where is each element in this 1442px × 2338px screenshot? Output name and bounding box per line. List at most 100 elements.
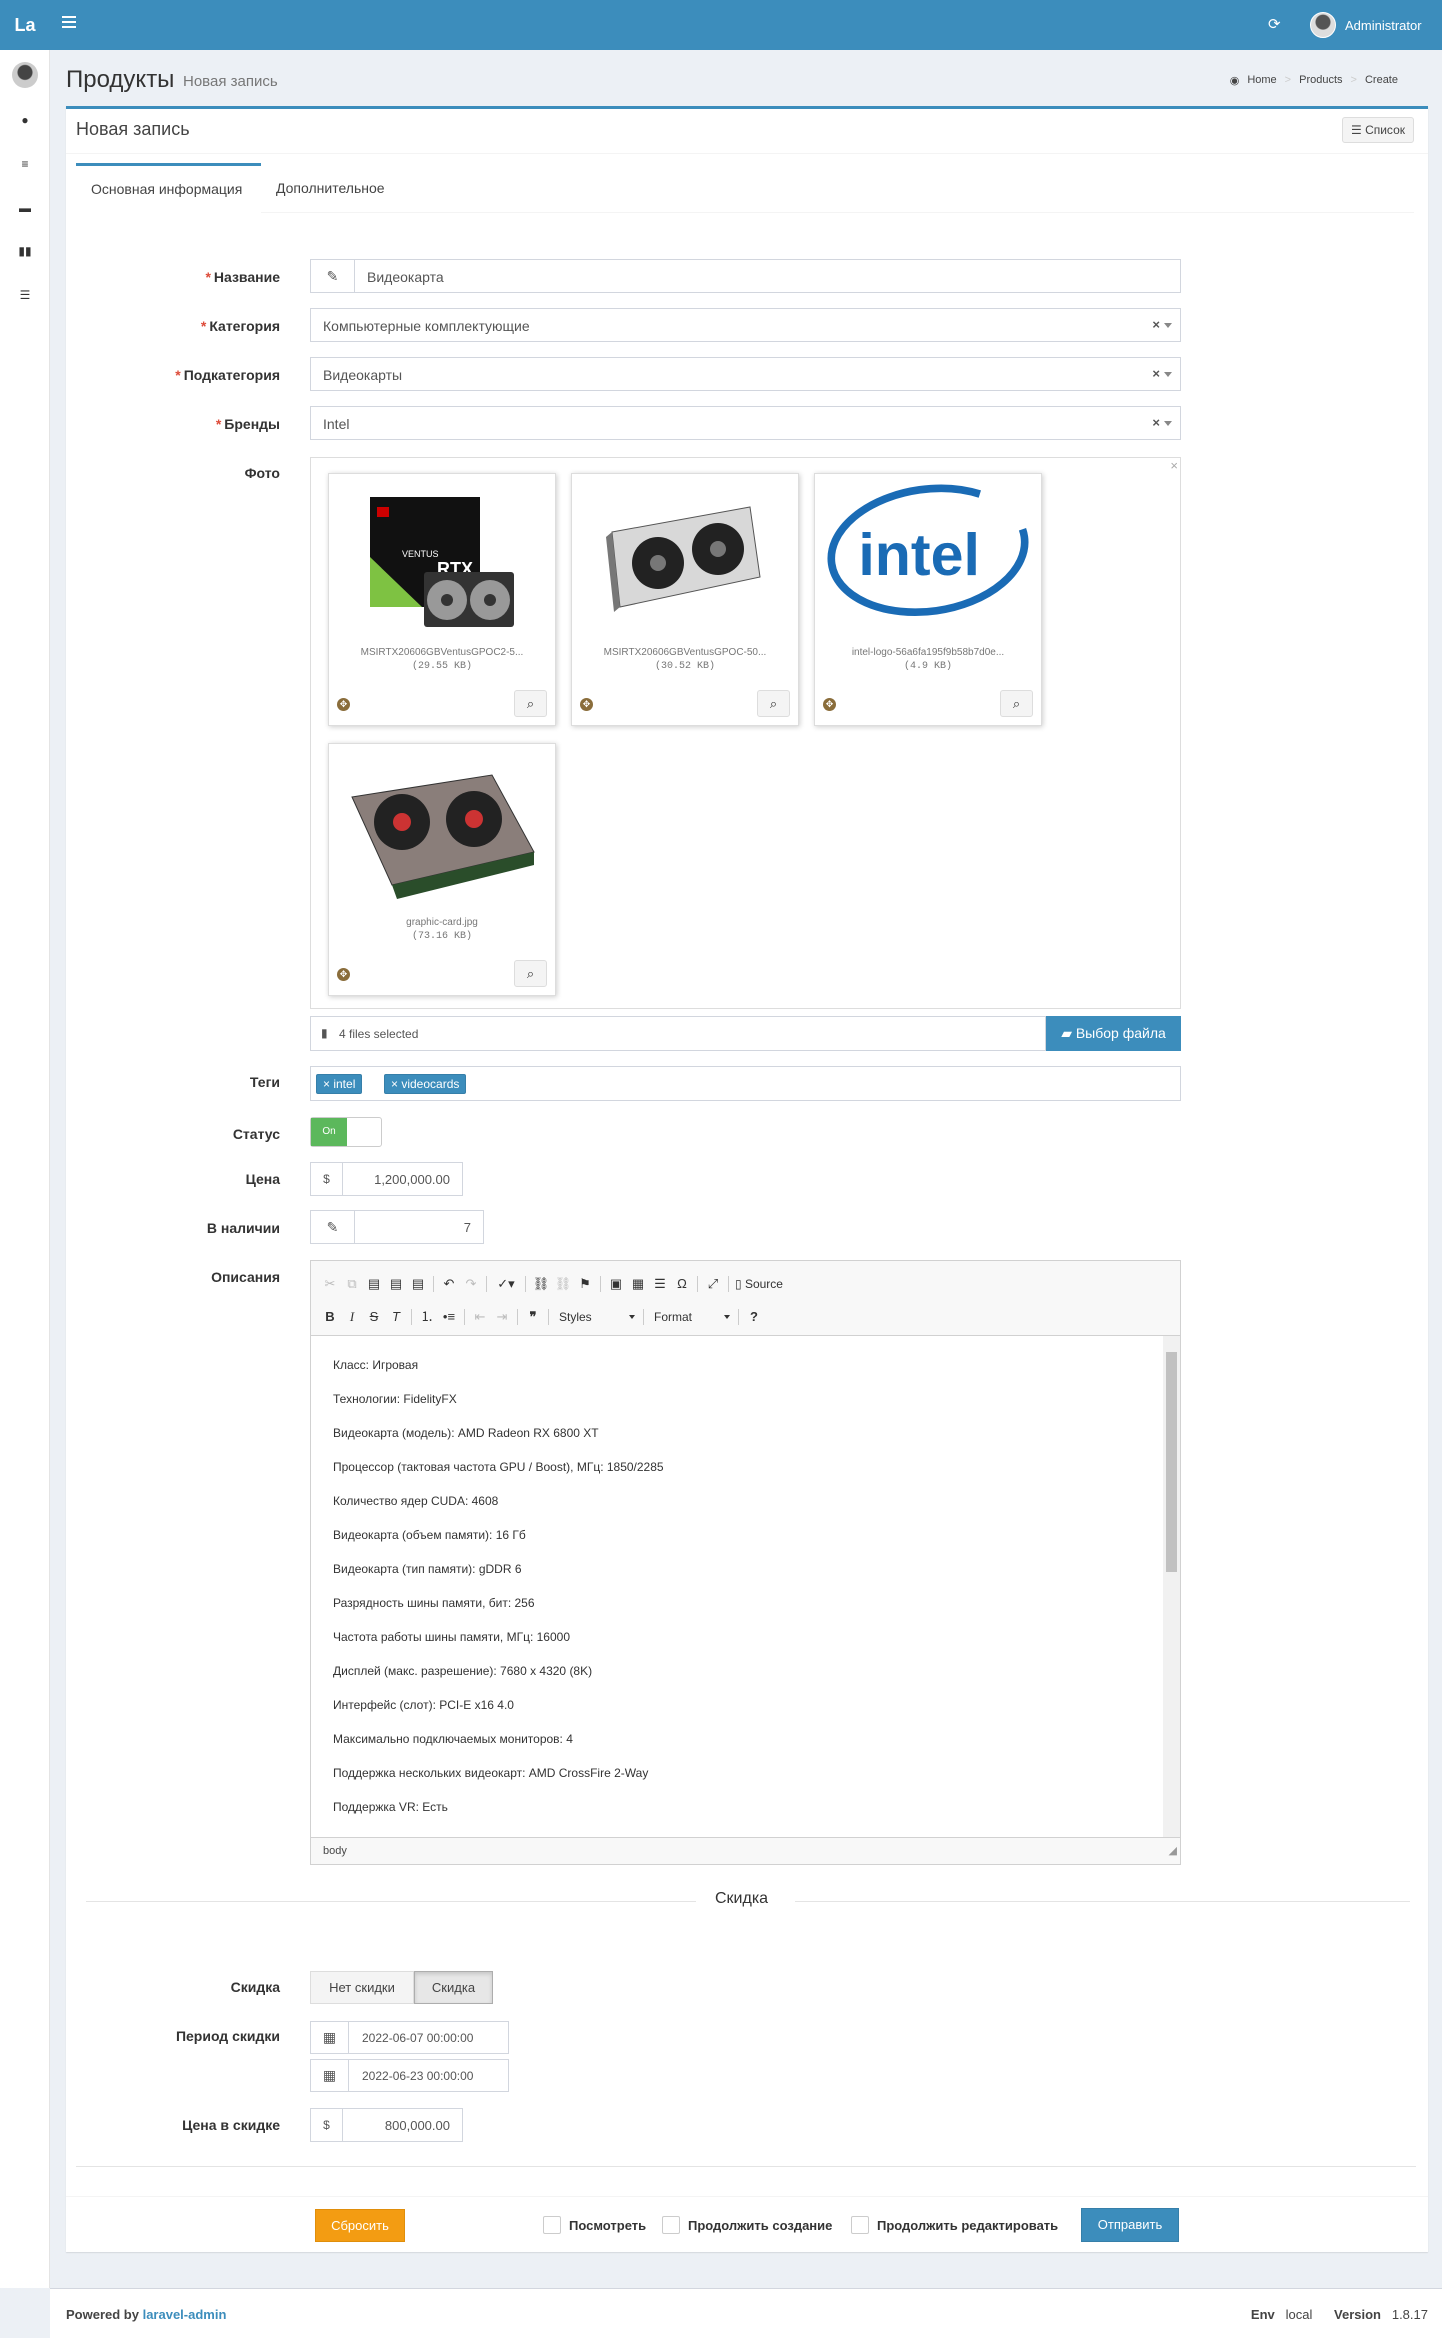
cut-icon[interactable]: ✂ [319, 1273, 341, 1295]
subcategory-select[interactable]: Видеокарты × [310, 357, 1181, 391]
scrollbar-thumb[interactable] [1166, 1352, 1177, 1572]
discount-end-value: 2022-06-23 00:00:00 [362, 2069, 474, 2083]
indent-icon[interactable]: ⇥ [491, 1306, 513, 1328]
spellcheck-icon[interactable]: ✓▾ [491, 1273, 521, 1295]
description-line: Поддержка нескольких видеокарт: AMD Cros… [333, 1766, 649, 1780]
description-label: Описания [211, 1269, 280, 1285]
horizontal-line-icon[interactable]: ☰ [649, 1273, 671, 1295]
help-icon[interactable]: ? [743, 1306, 765, 1328]
discount-end-date[interactable]: ▦ 2022-06-23 00:00:00 [310, 2059, 509, 2092]
outdent-icon[interactable]: ⇤ [469, 1306, 491, 1328]
maximize-icon[interactable]: ⤢ [702, 1273, 724, 1295]
cart-icon[interactable]: ▬ [0, 200, 50, 216]
copy-icon[interactable]: ⧉ [341, 1273, 363, 1295]
special-char-icon[interactable]: Ω [671, 1273, 693, 1295]
user-menu[interactable]: Administrator [1310, 12, 1422, 38]
sidebar-toggle-icon[interactable] [62, 16, 76, 28]
editor-content[interactable]: Класс: Игровая Технологии: FidelityFX Ви… [310, 1336, 1181, 1837]
chart-icon[interactable]: ▮▮ [0, 243, 50, 259]
zoom-icon[interactable]: ⌕ [514, 690, 547, 717]
price-input[interactable]: $ 1,200,000.00 [310, 1162, 463, 1196]
clear-icon[interactable]: × [1152, 415, 1160, 430]
paste-word-icon[interactable]: ▤ [407, 1273, 429, 1295]
category-value: Компьютерные комплектующие [323, 318, 530, 334]
element-path[interactable]: body [323, 1845, 347, 1857]
zoom-icon[interactable]: ⌕ [1000, 690, 1033, 717]
move-icon[interactable]: ✥ [337, 968, 350, 981]
logo[interactable]: La [0, 0, 50, 50]
browse-file-button[interactable]: ▰ Выбор файла [1046, 1016, 1181, 1051]
zoom-icon[interactable]: ⌕ [757, 690, 790, 717]
apple-icon[interactable]: ● [0, 112, 50, 128]
table-icon[interactable]: ☰ [0, 287, 50, 303]
checkbox-box[interactable] [543, 2216, 561, 2234]
discount-section-title: Скидка [705, 1890, 779, 1908]
link-icon[interactable]: ⛓ [530, 1273, 552, 1295]
price-currency: $ [311, 1163, 343, 1195]
description-line: Технологии: FidelityFX [333, 1392, 457, 1406]
table-icon[interactable]: ▦ [627, 1273, 649, 1295]
format-combo[interactable]: Format [648, 1306, 734, 1328]
strike-icon[interactable]: S [363, 1306, 385, 1328]
brands-select[interactable]: Intel × [310, 406, 1181, 440]
discount-option-none[interactable]: Нет скидки [310, 1971, 414, 2004]
unlink-icon[interactable]: ⛓ [552, 1273, 574, 1295]
discount-price-input[interactable]: $ 800,000.00 [310, 2108, 463, 2142]
redo-icon[interactable]: ↷ [460, 1273, 482, 1295]
checkbox-box[interactable] [851, 2216, 869, 2234]
source-button[interactable]: ▯ Source [733, 1273, 789, 1295]
bold-icon[interactable]: B [319, 1306, 341, 1328]
tab-main-info[interactable]: Основная информация [76, 163, 261, 213]
category-select[interactable]: Компьютерные комплектующие × [310, 308, 1181, 342]
submit-button[interactable]: Отправить [1081, 2208, 1179, 2242]
discount-price-currency: $ [311, 2109, 343, 2141]
paste-text-icon[interactable]: ▤ [385, 1273, 407, 1295]
clear-icon[interactable]: × [1152, 317, 1160, 332]
laravel-admin-link[interactable]: laravel-admin [143, 2307, 227, 2322]
remove-format-icon[interactable]: T [385, 1306, 407, 1328]
italic-icon[interactable]: I [341, 1306, 363, 1328]
checkbox-box[interactable] [662, 2216, 680, 2234]
styles-combo[interactable]: Styles [553, 1306, 639, 1328]
file-preview: RTX VENTUS MSIRTX20606GBVentusGPOC2-5...… [328, 473, 556, 726]
blockquote-icon[interactable]: ❞ [522, 1306, 544, 1328]
file-caption: ▮ 4 files selected [310, 1016, 1046, 1051]
list-button[interactable]: ☰ Список [1341, 117, 1414, 143]
move-icon[interactable]: ✥ [580, 698, 593, 711]
resize-handle-icon[interactable]: ◢ [1169, 1838, 1177, 1864]
discount-start-date[interactable]: ▦ 2022-06-07 00:00:00 [310, 2021, 509, 2054]
continue-edit-checkbox[interactable]: Продолжить редактировать [851, 2216, 1058, 2234]
tags-input[interactable]: × intel × videocards [310, 1066, 1181, 1101]
sidebar: ● ≡ ▬ ▮▮ ☰ [0, 50, 50, 2288]
anchor-flag-icon[interactable]: ⚑ [574, 1273, 596, 1295]
refresh-icon[interactable]: ⟳ [1268, 17, 1281, 33]
reset-button[interactable]: Сбросить [315, 2209, 405, 2242]
clear-icon[interactable]: × [1152, 366, 1160, 381]
tab-additional[interactable]: Дополнительное [261, 163, 400, 213]
breadcrumb-products[interactable]: Products [1299, 74, 1342, 87]
move-icon[interactable]: ✥ [823, 698, 836, 711]
discount-start-value: 2022-06-07 00:00:00 [362, 2031, 474, 2045]
continue-create-checkbox[interactable]: Продолжить создание [662, 2216, 832, 2234]
bulleted-list-icon[interactable]: •≡ [438, 1306, 460, 1328]
tag-chip[interactable]: × intel [316, 1074, 363, 1094]
status-toggle[interactable]: On [310, 1117, 382, 1147]
list-icon[interactable]: ≡ [0, 156, 50, 172]
undo-icon[interactable]: ↶ [438, 1273, 460, 1295]
discount-option-discount[interactable]: Скидка [414, 1971, 493, 2004]
move-icon[interactable]: ✥ [337, 698, 350, 711]
numbered-list-icon[interactable]: ⒈ [416, 1306, 438, 1328]
close-icon[interactable]: × [1170, 458, 1178, 473]
stock-input[interactable]: ✎ 7 [310, 1210, 484, 1244]
divider [66, 2196, 1428, 2197]
stock-label: В наличии [206, 1220, 280, 1236]
source-icon: ▯ [735, 1277, 745, 1291]
breadcrumb-home[interactable]: Home [1247, 74, 1276, 87]
view-checkbox[interactable]: Посмотреть [543, 2216, 646, 2234]
paste-icon[interactable]: ▤ [363, 1273, 385, 1295]
tag-chip[interactable]: × videocards [384, 1074, 467, 1094]
image-icon[interactable]: ▣ [605, 1273, 627, 1295]
name-field[interactable]: ✎ Видеокарта [310, 259, 1181, 293]
zoom-icon[interactable]: ⌕ [514, 960, 547, 987]
editor-scrollbar[interactable] [1163, 1336, 1180, 1837]
